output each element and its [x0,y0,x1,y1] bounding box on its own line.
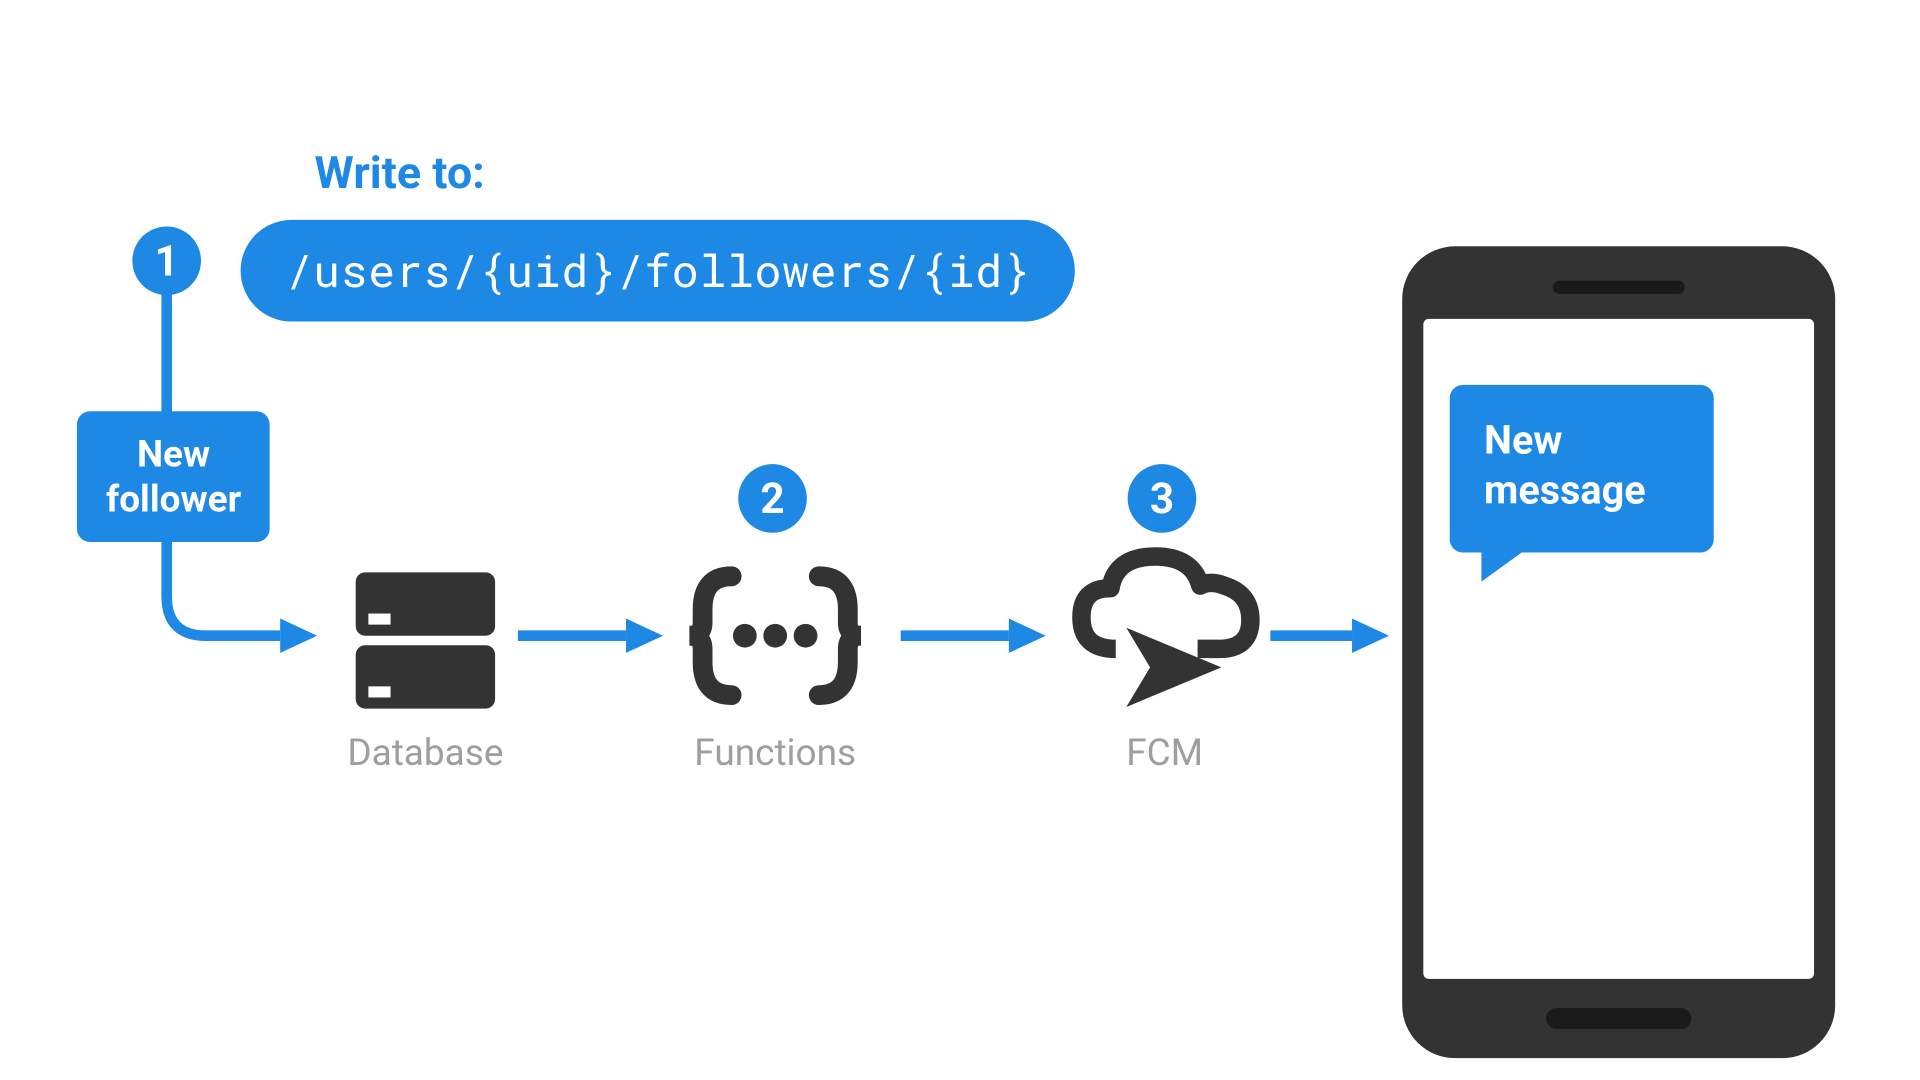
fcm-label: FCM [1046,731,1284,775]
step-1-badge: 1 [132,226,201,295]
bubble-line2: message [1484,467,1646,513]
arrow-functions-to-fcm [901,616,1059,656]
functions-icon [676,557,874,715]
arrow-database-to-functions [518,616,676,656]
new-message-bubble: New message [1450,385,1714,553]
functions-label: Functions [656,731,894,775]
phone-device: New message [1402,246,1835,1058]
database-path-pill: /users/{uid}/followers/{id} [241,220,1076,322]
step-2-badge: 2 [738,464,807,533]
database-icon [346,557,504,715]
phone-screen: New message [1423,319,1814,979]
diagram-canvas: Write to: /users/{uid}/followers/{id} 1 … [3,2,1917,1078]
arrow-fcm-to-phone [1270,616,1402,656]
fcm-node: FCM [1046,546,1284,774]
database-label: Database [307,731,545,775]
bubble-line1: New [1484,418,1562,464]
fcm-icon [1066,546,1264,715]
write-to-label: Write to: [315,147,485,200]
step-3-badge: 3 [1128,464,1197,533]
functions-node: Functions [656,557,894,775]
database-node: Database [307,557,545,775]
